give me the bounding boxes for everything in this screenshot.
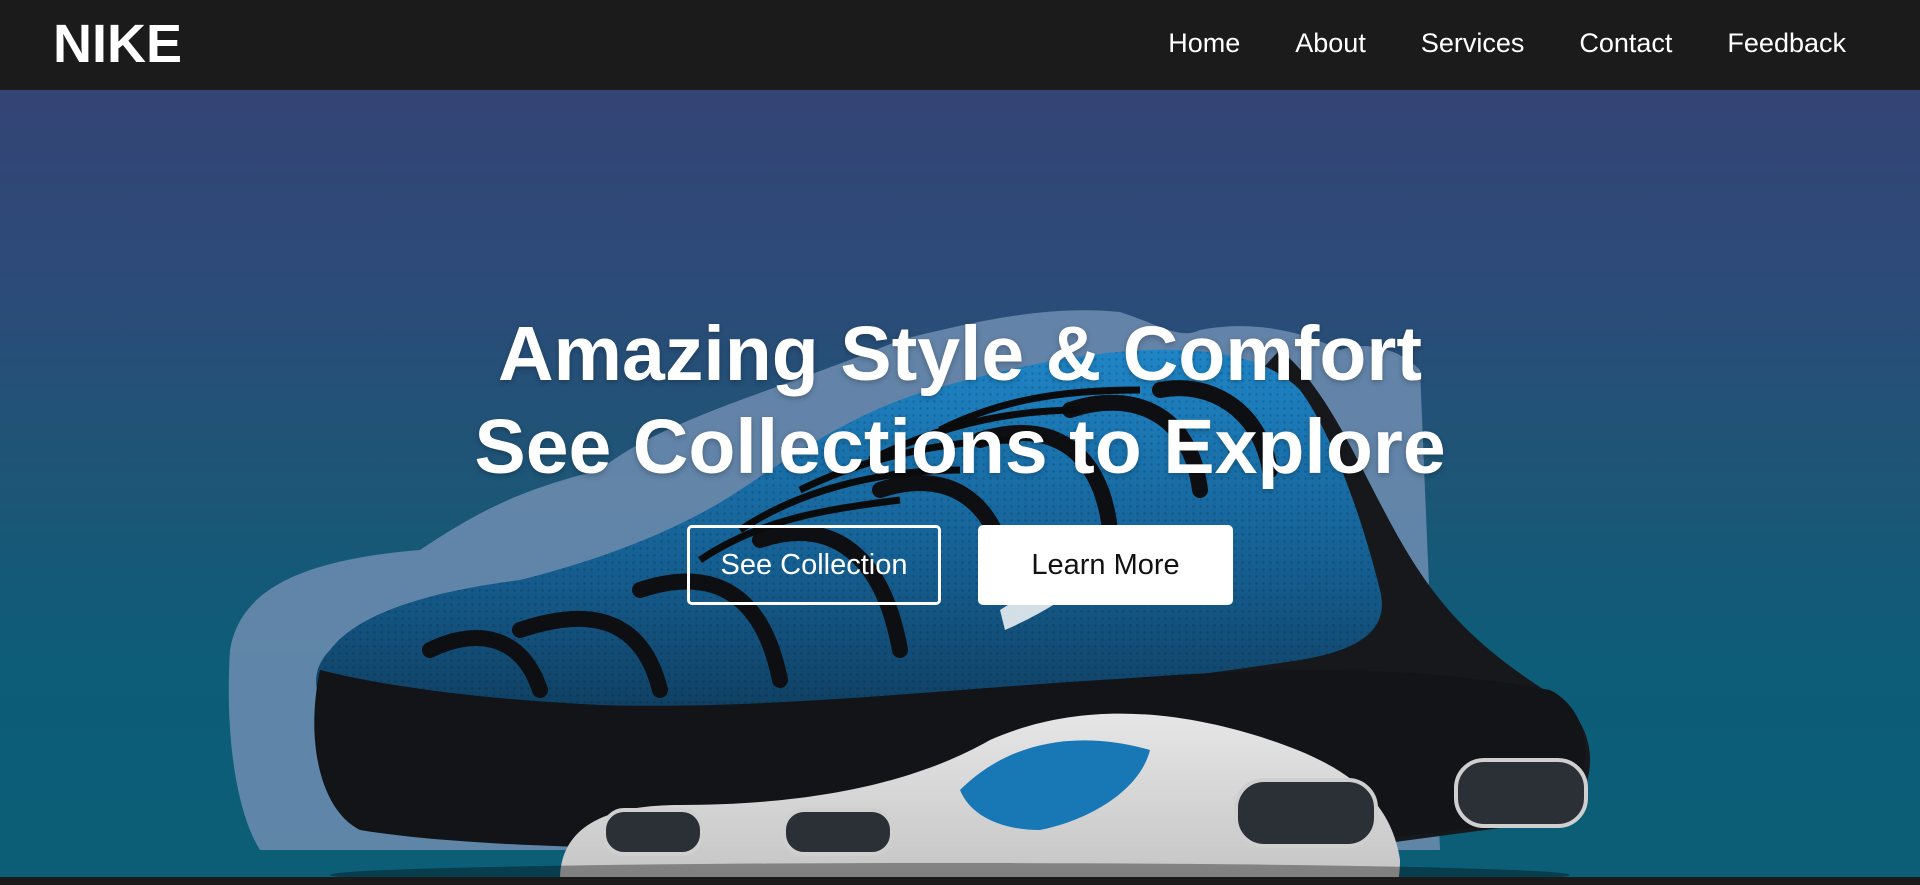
- hero-headline-line-2: See Collections to Explore: [474, 404, 1446, 490]
- bottom-strip: [0, 877, 1920, 885]
- nav-links: Home About Services Contact Feedback: [1113, 28, 1846, 59]
- hero-headline-line-1: Amazing Style & Comfort: [497, 311, 1423, 397]
- hero-content: Amazing Style & Comfort See Collections …: [0, 90, 1920, 877]
- hero-section: Amazing Style & Comfort See Collections …: [0, 90, 1920, 877]
- nav-link-feedback[interactable]: Feedback: [1727, 28, 1846, 59]
- nav-link-about[interactable]: About: [1295, 28, 1366, 59]
- brand-logo[interactable]: NIKE: [53, 17, 182, 71]
- nav-link-services[interactable]: Services: [1421, 28, 1525, 59]
- top-navbar: NIKE Home About Services Contact Feedbac…: [0, 0, 1920, 90]
- learn-more-button[interactable]: Learn More: [978, 525, 1233, 605]
- see-collection-button[interactable]: See Collection: [687, 525, 941, 605]
- nav-link-contact[interactable]: Contact: [1579, 28, 1672, 59]
- nav-link-home[interactable]: Home: [1168, 28, 1240, 59]
